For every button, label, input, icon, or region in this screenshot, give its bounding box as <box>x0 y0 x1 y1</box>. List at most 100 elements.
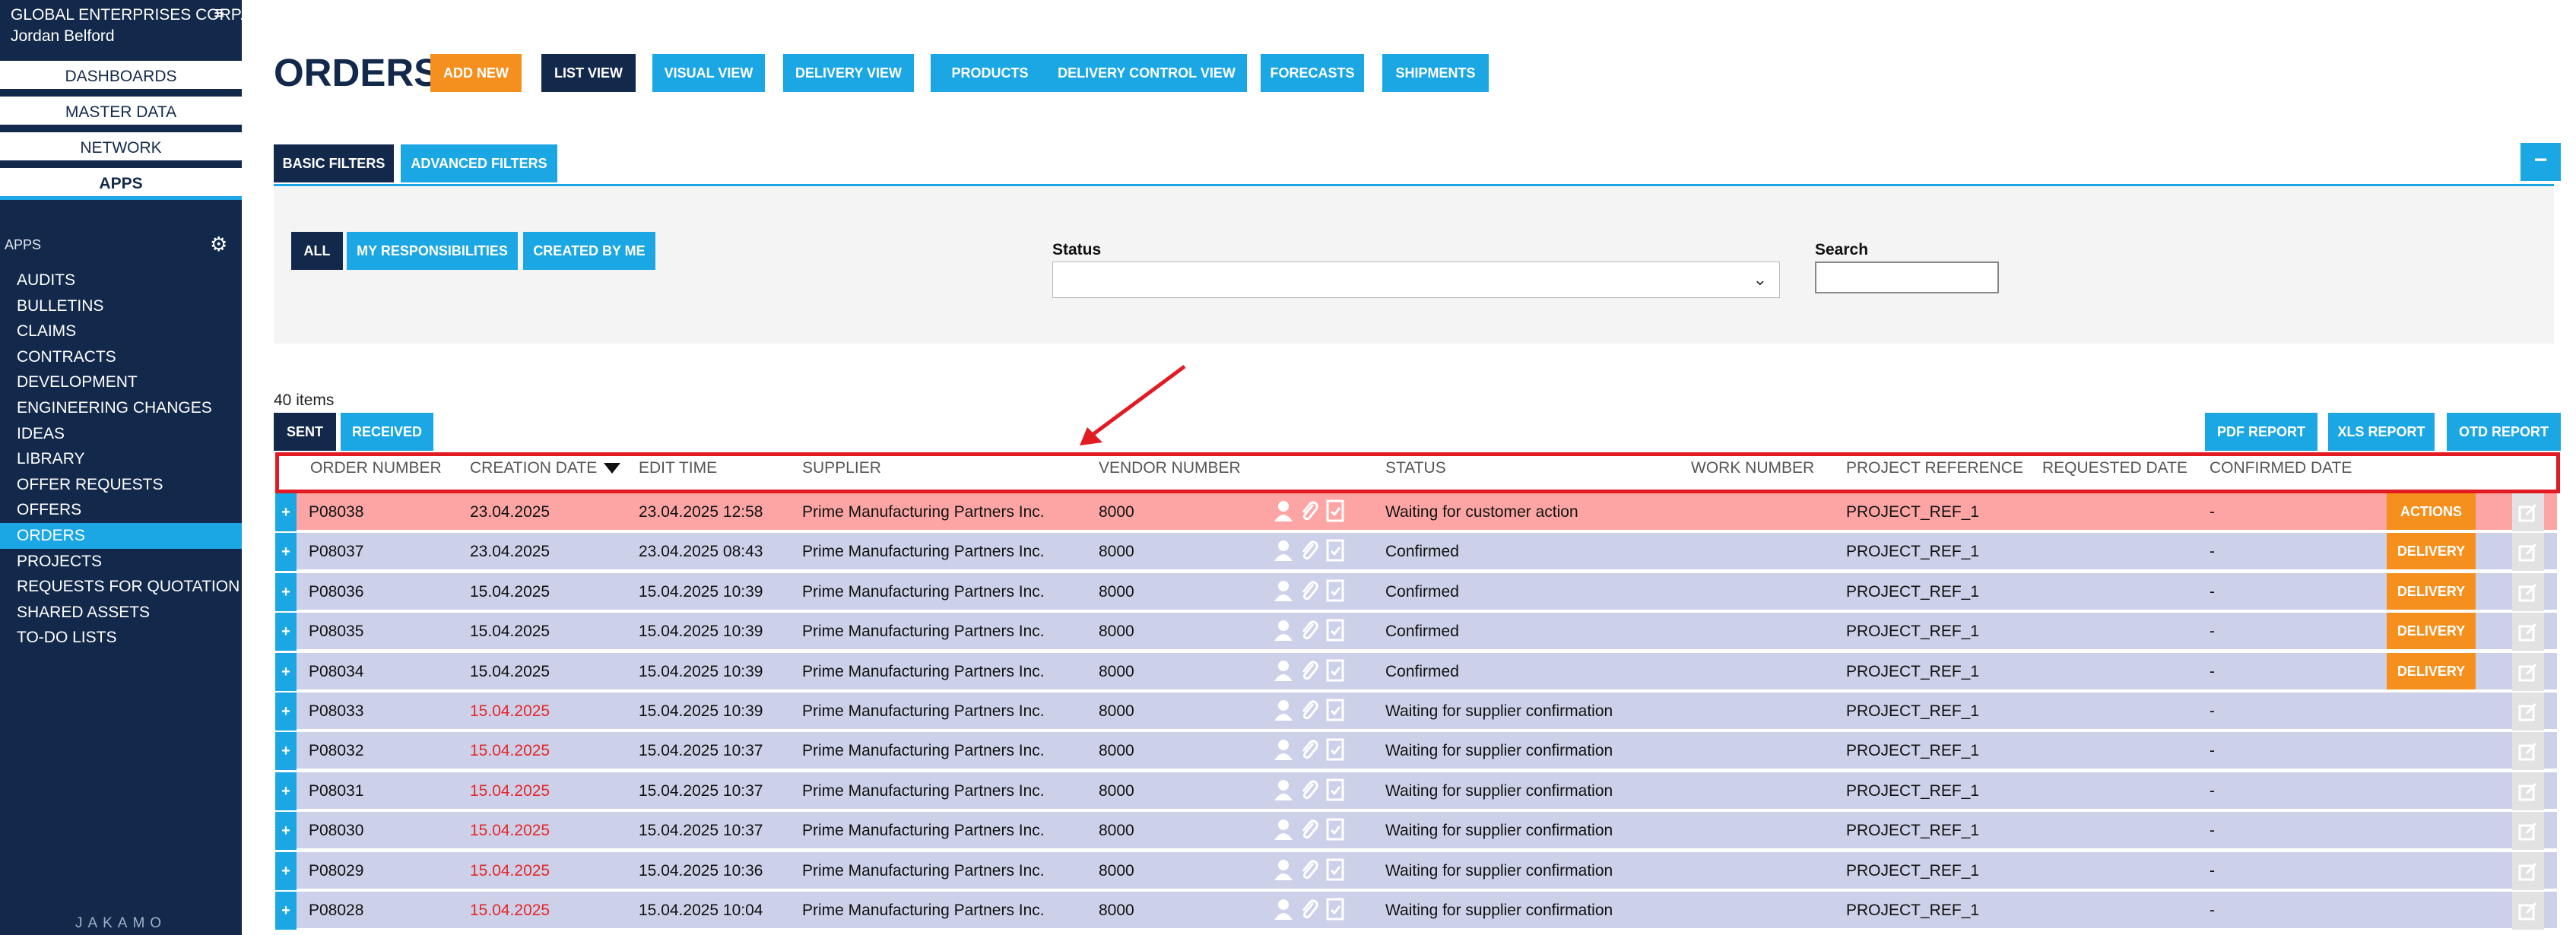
filter-all-button[interactable]: ALL <box>291 232 343 270</box>
list-view-button[interactable]: LIST VIEW <box>541 54 636 92</box>
delivery-button[interactable]: DELIVERY <box>2387 613 2476 650</box>
user-icon[interactable] <box>1273 778 1294 801</box>
expand-row-button[interactable]: + <box>275 613 297 651</box>
user-icon[interactable] <box>1273 539 1294 562</box>
shipments-button[interactable]: SHIPMENTS <box>1382 54 1489 92</box>
user-icon[interactable] <box>1273 818 1294 841</box>
sidebar-item-shared-assets[interactable]: SHARED ASSETS <box>0 600 242 626</box>
edit-icon[interactable] <box>2512 772 2544 810</box>
user-icon[interactable] <box>1273 579 1294 602</box>
gear-icon[interactable]: ⚙ <box>210 233 227 256</box>
paperclip-icon[interactable] <box>1299 619 1320 642</box>
sidebar-item-requests-for-quotation[interactable]: REQUESTS FOR QUOTATION <box>0 574 242 600</box>
tab-sent[interactable]: SENT <box>274 413 336 451</box>
sidebar-item-ideas[interactable]: IDEAS <box>0 421 242 447</box>
edit-icon[interactable] <box>2512 572 2544 611</box>
delivery-view-button[interactable]: DELIVERY VIEW <box>783 54 914 92</box>
order-number-cell[interactable]: P08032 <box>309 732 363 770</box>
xls-report-button[interactable]: XLS REPORT <box>2328 413 2435 451</box>
table-row[interactable]: + P08038 23.04.2025 23.04.2025 12:58 Prime M… <box>275 493 2557 531</box>
edit-icon[interactable] <box>2512 652 2544 691</box>
table-row[interactable]: + P08035 15.04.2025 15.04.2025 10:39 Prime M… <box>275 613 2557 651</box>
edit-icon[interactable] <box>2512 732 2544 771</box>
column-supplier[interactable]: SUPPLIER <box>802 459 881 477</box>
tab-received[interactable]: RECEIVED <box>341 413 433 451</box>
paperclip-icon[interactable] <box>1299 738 1320 761</box>
forecasts-button[interactable]: FORECASTS <box>1261 54 1364 92</box>
paperclip-icon[interactable] <box>1299 858 1320 881</box>
order-number-cell[interactable]: P08028 <box>309 892 363 930</box>
expand-row-button[interactable]: + <box>275 533 297 572</box>
document-icon[interactable] <box>1324 619 1346 642</box>
products-button[interactable]: PRODUCTS <box>931 54 1049 92</box>
paperclip-icon[interactable] <box>1299 579 1320 602</box>
user-icon[interactable] <box>1273 898 1294 921</box>
document-icon[interactable] <box>1324 499 1346 522</box>
search-input[interactable] <box>1815 261 1999 293</box>
expand-row-button[interactable]: + <box>275 812 297 851</box>
expand-row-button[interactable]: + <box>275 851 297 890</box>
column-edit-time[interactable]: EDIT TIME <box>639 459 717 477</box>
order-number-cell[interactable]: P08035 <box>309 613 363 651</box>
order-number-cell[interactable]: P08037 <box>309 533 363 571</box>
document-icon[interactable] <box>1324 778 1346 801</box>
delivery-control-view-button[interactable]: DELIVERY CONTROL VIEW <box>1046 54 1247 92</box>
sidebar-item-audits[interactable]: AUDITS <box>0 268 242 293</box>
table-row[interactable]: + P08032 15.04.2025 15.04.2025 10:37 Prime M… <box>275 732 2557 771</box>
user-icon[interactable] <box>1273 619 1294 642</box>
sidebar-item-engineering-changes[interactable]: ENGINEERING CHANGES <box>0 395 242 421</box>
column-status[interactable]: STATUS <box>1385 459 1446 477</box>
table-row[interactable]: + P08033 15.04.2025 15.04.2025 10:39 Prime M… <box>275 693 2557 731</box>
table-row[interactable]: + P08031 15.04.2025 15.04.2025 10:37 Prime M… <box>275 772 2557 810</box>
edit-icon[interactable] <box>2512 851 2544 890</box>
tab-advanced-filters[interactable]: ADVANCED FILTERS <box>401 144 557 182</box>
document-icon[interactable] <box>1324 699 1346 721</box>
sidebar-item-offer-requests[interactable]: OFFER REQUESTS <box>0 472 242 498</box>
filter-my-responsibilities-button[interactable]: MY RESPONSIBILITIES <box>347 232 518 270</box>
edit-icon[interactable] <box>2512 613 2544 651</box>
column-vendor-number[interactable]: VENDOR NUMBER <box>1099 459 1241 477</box>
delivery-button[interactable]: DELIVERY <box>2387 572 2476 610</box>
document-icon[interactable] <box>1324 818 1346 841</box>
table-row[interactable]: + P08030 15.04.2025 15.04.2025 10:37 Prime M… <box>275 812 2557 851</box>
user-icon[interactable] <box>1273 858 1294 881</box>
nav-tab-dashboards[interactable]: DASHBOARDS <box>0 61 242 93</box>
user-icon[interactable] <box>1273 699 1294 721</box>
document-icon[interactable] <box>1324 539 1346 562</box>
status-select[interactable]: ⌄ <box>1052 261 1780 298</box>
table-row[interactable]: + P08029 15.04.2025 15.04.2025 10:36 Prime M… <box>275 851 2557 890</box>
user-icon[interactable] <box>1273 738 1294 761</box>
expand-row-button[interactable]: + <box>275 572 297 611</box>
document-icon[interactable] <box>1324 659 1346 682</box>
user-name[interactable]: Jordan Belford <box>11 27 115 46</box>
edit-icon[interactable] <box>2512 812 2544 851</box>
document-icon[interactable] <box>1324 738 1346 761</box>
user-icon[interactable] <box>1273 659 1294 682</box>
sidebar-item-to-do-lists[interactable]: TO-DO LISTS <box>0 625 242 651</box>
delivery-button[interactable]: DELIVERY <box>2387 533 2476 570</box>
expand-row-button[interactable]: + <box>275 493 297 531</box>
sidebar-item-offers[interactable]: OFFERS <box>0 497 242 523</box>
sidebar-item-development[interactable]: DEVELOPMENT <box>0 369 242 395</box>
sidebar-item-projects[interactable]: PROJECTS <box>0 549 242 575</box>
delivery-button[interactable]: DELIVERY <box>2387 652 2476 689</box>
collapse-filters-button[interactable]: − <box>2520 143 2561 181</box>
sidebar-item-contracts[interactable]: CONTRACTS <box>0 344 242 370</box>
nav-tab-master-data[interactable]: MASTER DATA <box>0 97 242 128</box>
paperclip-icon[interactable] <box>1299 499 1320 522</box>
sort-descending-icon[interactable] <box>604 463 620 474</box>
order-number-cell[interactable]: P08036 <box>309 573 363 611</box>
column-requested-date[interactable]: REQUESTED DATE <box>2042 459 2187 477</box>
expand-row-button[interactable]: + <box>275 652 297 691</box>
expand-row-button[interactable]: + <box>275 892 297 930</box>
column-creation-date[interactable]: CREATION DATE <box>470 459 597 477</box>
nav-tab-network[interactable]: NETWORK <box>0 132 242 164</box>
document-icon[interactable] <box>1324 858 1346 881</box>
user-icon[interactable] <box>1273 499 1294 522</box>
paperclip-icon[interactable] <box>1299 898 1320 921</box>
expand-row-button[interactable]: + <box>275 772 297 810</box>
document-icon[interactable] <box>1324 898 1346 921</box>
actions-button[interactable]: ACTIONS <box>2387 493 2476 530</box>
sidebar-item-claims[interactable]: CLAIMS <box>0 319 242 344</box>
nav-tab-apps[interactable]: APPS <box>0 168 242 200</box>
